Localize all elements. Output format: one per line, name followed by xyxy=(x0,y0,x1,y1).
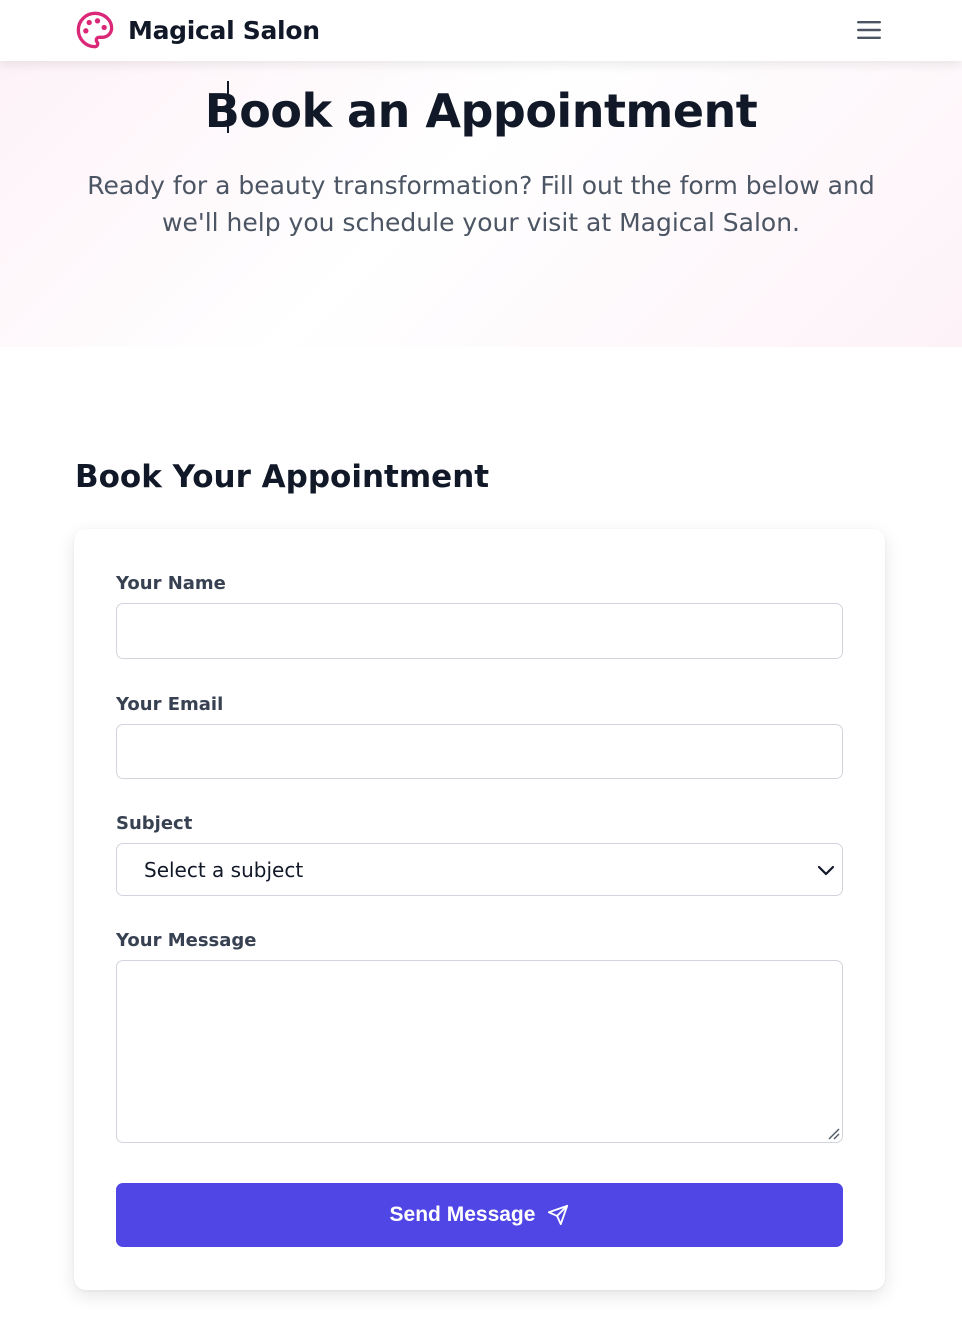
brand-name: Magical Salon xyxy=(128,15,320,45)
chevron-down-icon xyxy=(817,865,835,876)
name-input[interactable] xyxy=(116,603,843,659)
hero-subtitle: Ready for a beauty transformation? Fill … xyxy=(87,171,875,237)
name-label: Your Name xyxy=(116,573,226,594)
subject-select[interactable]: Select a subject xyxy=(116,843,843,896)
brand-logo-link[interactable]: Magical Salon xyxy=(75,10,320,50)
message-textarea[interactable] xyxy=(116,960,843,1143)
page-title: Book an Appointment xyxy=(204,84,758,138)
hamburger-menu-button[interactable] xyxy=(852,14,886,46)
hero-section: Book an Appointment Ready for a beauty t… xyxy=(0,61,962,347)
send-icon xyxy=(548,1204,569,1226)
appointment-form-card: Your Name Your Email Subject Select a su… xyxy=(74,529,885,1290)
form-section-title: Book Your Appointment xyxy=(75,459,490,495)
hamburger-menu-icon xyxy=(857,21,881,39)
message-label: Your Message xyxy=(116,930,257,951)
resize-grip-icon[interactable] xyxy=(826,1126,840,1140)
subject-selected-value: Select a subject xyxy=(144,857,304,882)
palette-icon xyxy=(76,11,114,49)
send-message-label: Send Message xyxy=(389,1203,536,1226)
email-label: Your Email xyxy=(116,694,224,715)
subject-label: Subject xyxy=(116,813,193,834)
top-navbar: Magical Salon xyxy=(0,0,962,61)
email-input[interactable] xyxy=(116,724,843,779)
send-message-button[interactable]: Send Message xyxy=(116,1183,843,1247)
